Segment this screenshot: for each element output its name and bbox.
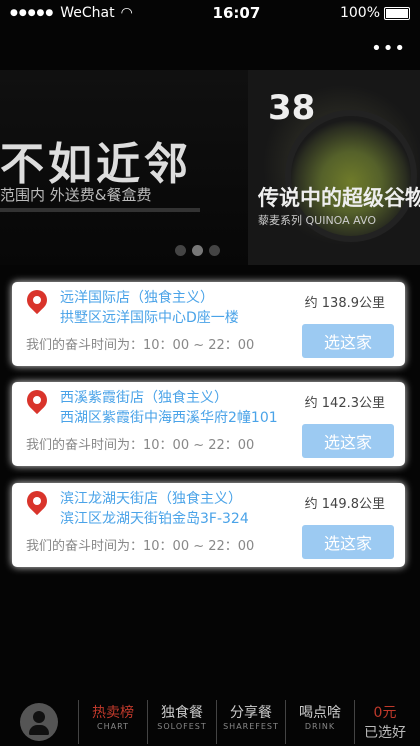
store-card[interactable]: 远洋国际店（独食主义） 拱墅区远洋国际中心D座一楼 我们的奋斗时间为：10：00… — [12, 282, 405, 366]
select-store-button[interactable]: 选这家 — [302, 324, 394, 358]
select-store-button[interactable]: 选这家 — [302, 424, 394, 458]
tab-sublabel: CHART — [97, 722, 129, 731]
cart-selected-label: 已选好 — [364, 725, 406, 741]
status-left: ●●●●● WeChat ◠ — [10, 5, 133, 21]
store-card[interactable]: 西溪紫霞街店（独食主义） 西湖区紫霞街中海西溪华府2幢101 我们的奋斗时间为：… — [12, 382, 405, 466]
location-pin-icon — [22, 486, 52, 516]
store-name: 远洋国际店（独食主义） — [60, 290, 214, 306]
store-address: 滨江区龙湖天街铂金岛3F-324 — [60, 511, 249, 527]
battery-icon — [384, 6, 410, 20]
store-card[interactable]: 滨江龙湖天街店（独食主义） 滨江区龙湖天街铂金岛3F-324 我们的奋斗时间为：… — [12, 483, 405, 567]
banner-promo-title: 传说中的超级谷物 — [258, 186, 420, 210]
banner-subline: 范围内 外送费&餐盒费 — [0, 186, 152, 204]
status-bar: ●●●●● WeChat ◠ 16:07 100% — [0, 0, 420, 26]
promo-banner[interactable]: 不如近邻 范围内 外送费&餐盒费 38 传说中的超级谷物 藜麦系列 QUINOA… — [0, 70, 420, 265]
tab-label: 热卖榜 — [92, 705, 134, 721]
store-hours: 我们的奋斗时间为：10：00 ~ 22：00 — [26, 338, 255, 353]
store-name: 滨江龙湖天街店（独食主义） — [60, 491, 242, 507]
cart-price: 0元 — [373, 705, 397, 721]
avatar[interactable] — [20, 703, 58, 741]
battery-percent: 100% — [339, 5, 380, 21]
tab-chart[interactable]: 热卖榜 CHART — [78, 700, 147, 744]
tab-drink[interactable]: 喝点啥 DRINK — [285, 700, 354, 744]
category-tabs: 热卖榜 CHART 独食餐 SOLOFEST 分享餐 SHAREFEST 喝点啥… — [78, 700, 415, 744]
more-dots-icon[interactable]: ••• — [371, 38, 406, 59]
select-store-button[interactable]: 选这家 — [302, 525, 394, 559]
tab-label: 分享餐 — [230, 705, 272, 721]
banner-promo-sub: 藜麦系列 QUINOA AVO — [258, 214, 376, 227]
banner-fine-print — [0, 208, 200, 212]
carousel-indicator — [175, 245, 220, 256]
store-hours: 我们的奋斗时间为：10：00 ~ 22：00 — [26, 438, 255, 453]
location-pin-icon — [22, 385, 52, 415]
tab-label: 喝点啥 — [299, 705, 341, 721]
banner-headline: 不如近邻 — [0, 139, 192, 190]
carousel-dot-active[interactable] — [192, 245, 203, 256]
tab-sharefest[interactable]: 分享餐 SHAREFEST — [216, 700, 285, 744]
carousel-dot[interactable] — [175, 245, 186, 256]
store-name: 西溪紫霞街店（独食主义） — [60, 390, 228, 406]
carrier-label: WeChat — [60, 5, 115, 21]
store-address: 西湖区紫霞街中海西溪华府2幢101 — [60, 410, 278, 426]
signal-icon: ●●●●● — [10, 8, 55, 18]
wifi-icon: ◠ — [120, 5, 133, 21]
store-distance: 约 142.3公里 — [304, 396, 385, 411]
tab-sublabel: DRINK — [304, 722, 336, 731]
cart-summary[interactable]: 0元 已选好 — [354, 700, 415, 744]
store-distance: 约 149.8公里 — [304, 497, 385, 512]
tab-sublabel: SOLOFEST — [157, 722, 207, 731]
tab-sublabel: SHAREFEST — [223, 722, 279, 731]
store-hours: 我们的奋斗时间为：10：00 ~ 22：00 — [26, 539, 255, 554]
banner-number: 38 — [268, 88, 316, 128]
status-time: 16:07 — [212, 4, 261, 22]
location-pin-icon — [22, 285, 52, 315]
tab-label: 独食餐 — [161, 705, 203, 721]
tab-solofest[interactable]: 独食餐 SOLOFEST — [147, 700, 216, 744]
store-address: 拱墅区远洋国际中心D座一楼 — [60, 310, 239, 326]
bottom-tab-bar: 热卖榜 CHART 独食餐 SOLOFEST 分享餐 SHAREFEST 喝点啥… — [0, 698, 420, 746]
status-right: 100% — [340, 5, 410, 21]
store-distance: 约 138.9公里 — [304, 296, 385, 311]
carousel-dot[interactable] — [209, 245, 220, 256]
